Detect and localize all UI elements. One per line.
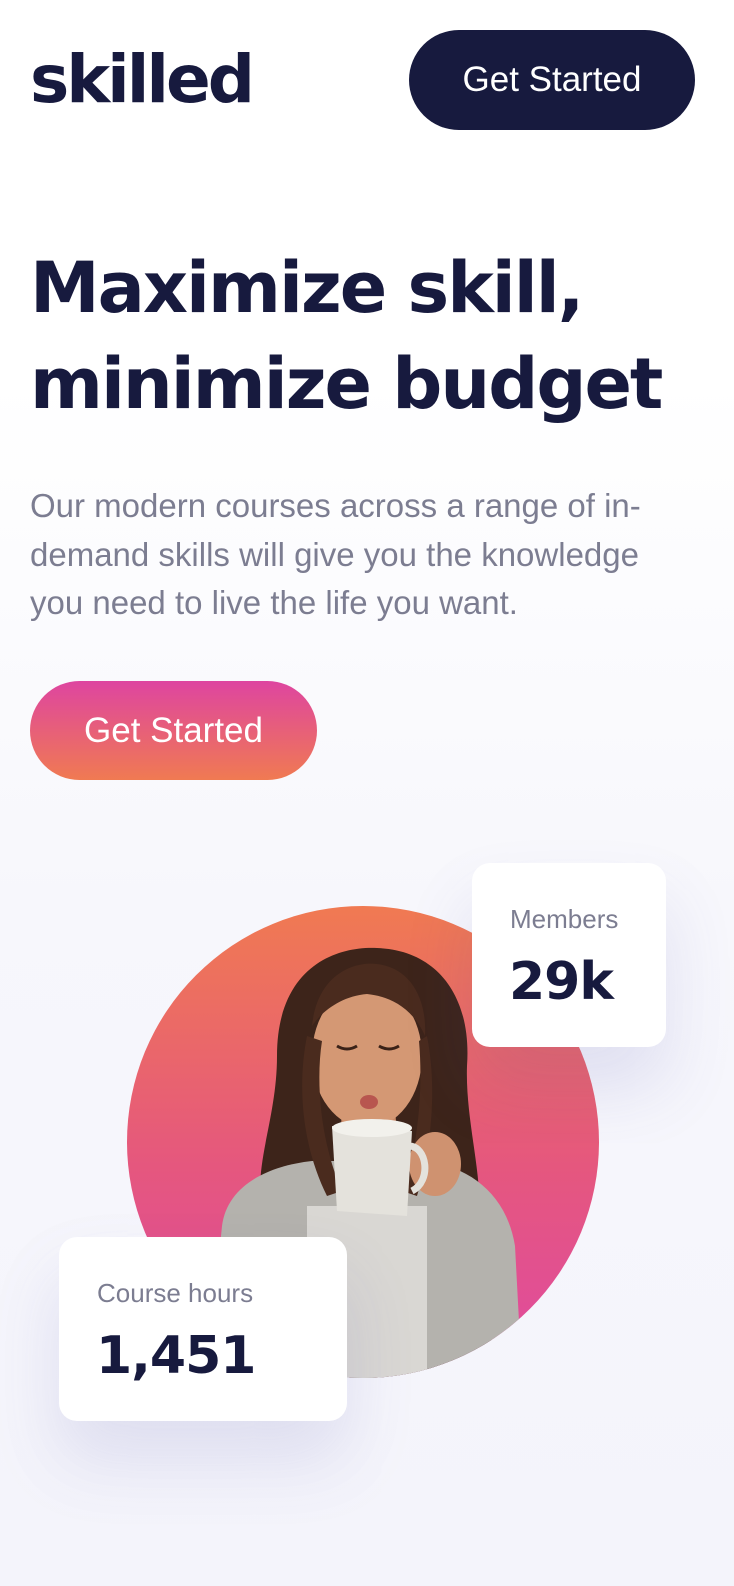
hero-title-line-1: Maximize skill, (30, 247, 584, 329)
hero-title: Maximize skill, minimize budget (30, 240, 720, 432)
course-hours-stat-card: Course hours 1,451 (59, 1237, 347, 1421)
hero-description: Our modern courses across a range of in-… (30, 487, 641, 621)
hero-title-line-2: minimize budget (30, 343, 663, 425)
site-header: skilled Get Started (0, 0, 734, 160)
members-value: 29k (509, 952, 614, 1012)
course-hours-label: Course hours (97, 1278, 254, 1308)
brand-logo[interactable]: skilled (30, 40, 255, 120)
course-hours-value: 1,451 (96, 1326, 256, 1386)
members-stat-card: Members 29k (472, 863, 666, 1047)
members-label: Members (510, 904, 619, 934)
hero-get-started-button[interactable]: Get Started (30, 681, 317, 780)
header-get-started-button[interactable]: Get Started (409, 30, 695, 130)
